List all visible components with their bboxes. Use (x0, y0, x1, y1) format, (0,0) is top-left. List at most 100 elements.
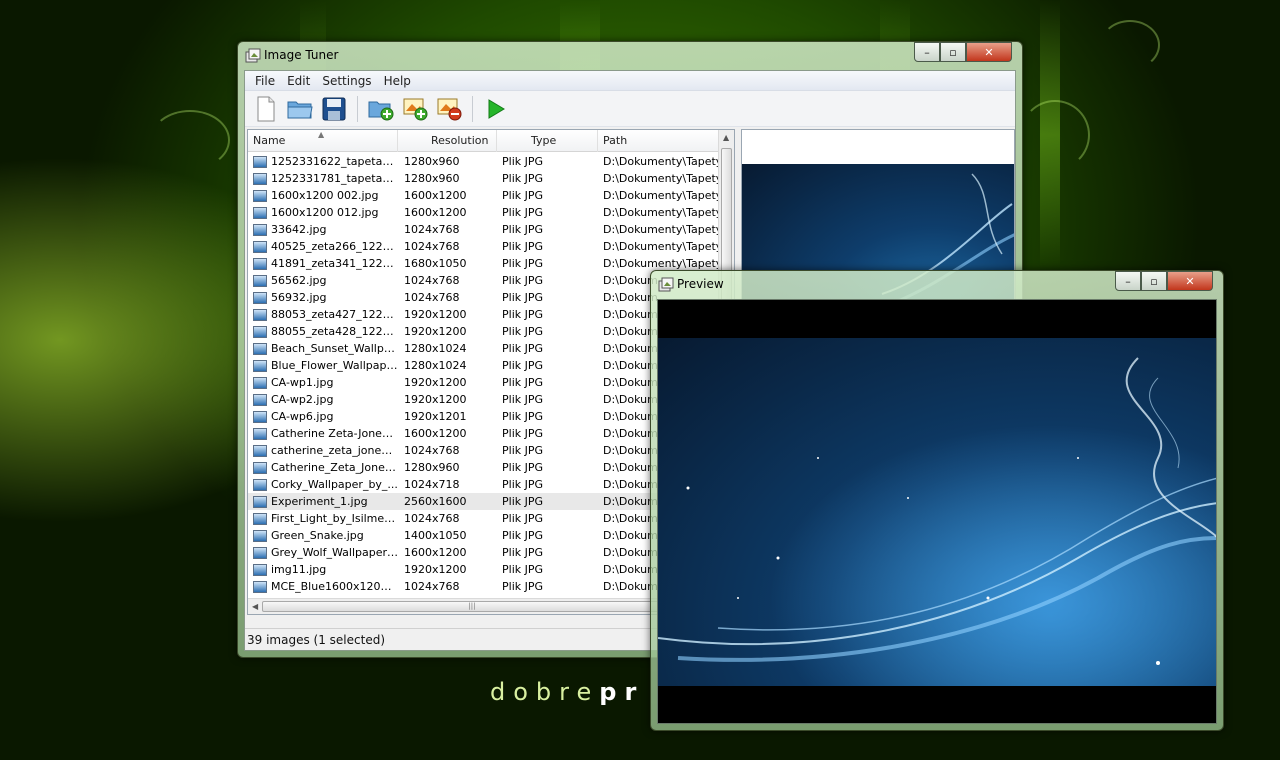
file-name: Experiment_1.jpg (271, 495, 368, 508)
file-name: 1252331781_tapeta_zi... (271, 172, 398, 185)
image-file-icon (253, 461, 267, 474)
list-item[interactable]: 1600x1200 012.jpg 1600x1200 Plik JPG D:\Dok… (248, 204, 720, 221)
cell-name: 41891_zeta341_122_6... (248, 257, 398, 270)
file-name: 1252331622_tapeta_zi... (271, 155, 398, 168)
menu-edit[interactable]: Edit (281, 74, 316, 88)
cell-resolution: 1920x1200 (404, 393, 467, 406)
image-file-icon (253, 342, 267, 355)
cell-type: Plik JPG (502, 410, 544, 423)
swirl-decoration (150, 110, 230, 170)
minimize-button[interactable]: – (914, 42, 940, 62)
cell-type: Plik JPG (502, 240, 544, 253)
cell-name: 56562.jpg (248, 274, 398, 287)
column-header-resolution[interactable]: Resolution (398, 130, 497, 152)
cell-resolution: 1024x768 (404, 240, 460, 253)
toolbar-separator (357, 95, 358, 122)
run-button[interactable] (481, 94, 511, 124)
cell-resolution: 1920x1200 (404, 325, 467, 338)
cell-name: Beach_Sunset_Wallpap... (248, 342, 398, 355)
maximize-button[interactable]: ▫ (940, 42, 966, 62)
preview-minimize-button[interactable]: – (1115, 271, 1141, 291)
file-name: 40525_zeta266_122_4... (271, 240, 398, 253)
list-item[interactable]: 40525_zeta266_122_4... 1024x768 Plik JPG D:… (248, 238, 720, 255)
cell-path: D:\Dokumenty\Tapety\ (603, 189, 720, 202)
cell-name: Experiment_1.jpg (248, 495, 398, 508)
remove-images-button[interactable] (434, 94, 464, 124)
cell-type: Plik JPG (502, 393, 544, 406)
cell-name: 1252331781_tapeta_zi... (248, 172, 398, 185)
menu-help[interactable]: Help (378, 74, 417, 88)
preview-image (658, 338, 1216, 686)
column-header-type[interactable]: Type (497, 130, 598, 152)
column-header-name[interactable]: ▲ Name (248, 130, 398, 152)
preview-close-button[interactable]: ✕ (1167, 271, 1213, 291)
cell-type: Plik JPG (502, 274, 544, 287)
open-folder-icon (287, 101, 313, 118)
cell-type: Plik JPG (502, 359, 544, 372)
image-file-icon (253, 478, 267, 491)
list-item[interactable]: 1252331781_tapeta_zi... 1280x960 Plik JPG D… (248, 170, 720, 187)
list-item[interactable]: 1252331622_tapeta_zi... 1280x960 Plik JPG D… (248, 153, 720, 170)
image-file-icon (253, 376, 267, 389)
cell-resolution: 1024x768 (404, 223, 460, 236)
cell-name: 56932.jpg (248, 291, 398, 304)
cell-resolution: 1600x1200 (404, 546, 467, 559)
cell-name: CA-wp2.jpg (248, 393, 398, 406)
brand-light: dobre (490, 678, 600, 706)
file-name: 1600x1200 002.jpg (271, 189, 379, 202)
image-file-icon (253, 325, 267, 338)
image-file-icon (253, 291, 267, 304)
add-images-icon (403, 98, 428, 120)
cell-name: 1252331622_tapeta_zi... (248, 155, 398, 168)
image-file-icon (253, 580, 267, 593)
list-item[interactable]: 33642.jpg 1024x768 Plik JPG D:\Dokumenty\Ta… (248, 221, 720, 238)
preview-maximize-button[interactable]: ▫ (1141, 271, 1167, 291)
cell-type: Plik JPG (502, 512, 544, 525)
cell-type: Plik JPG (502, 325, 544, 338)
column-name-label: Name (253, 134, 286, 147)
preview-canvas (657, 299, 1217, 724)
menu-file[interactable]: File (249, 74, 281, 88)
cell-type: Plik JPG (502, 223, 544, 236)
add-images-button[interactable] (400, 94, 430, 124)
cell-path: D:\Dokumenty\Tapety\ (603, 155, 720, 168)
cell-name: 1600x1200 012.jpg (248, 206, 398, 219)
cell-resolution: 1600x1200 (404, 427, 467, 440)
cell-type: Plik JPG (502, 342, 544, 355)
cell-path: D:\Dokumenty\Tapety\ (603, 223, 720, 236)
new-button[interactable] (251, 94, 281, 124)
add-folder-button[interactable] (366, 94, 396, 124)
cell-resolution: 1280x960 (404, 155, 460, 168)
remove-images-icon (437, 98, 462, 120)
open-button[interactable] (285, 94, 315, 124)
cell-name: img11.jpg (248, 563, 398, 576)
cell-name: First_Light_by_Isilmetri... (248, 512, 398, 525)
cell-type: Plik JPG (502, 580, 544, 593)
cell-type: Plik JPG (502, 291, 544, 304)
cell-type: Plik JPG (502, 529, 544, 542)
cell-type: Plik JPG (502, 546, 544, 559)
cell-resolution: 1024x768 (404, 444, 460, 457)
cell-name: Corky_Wallpaper_by_... (248, 478, 398, 491)
window-title: Image Tuner (264, 48, 339, 62)
horizontal-scroll-thumb[interactable]: ||| (262, 601, 682, 612)
preview-window[interactable]: Preview – ▫ ✕ (650, 270, 1224, 731)
close-button[interactable]: ✕ (966, 42, 1012, 62)
cell-resolution: 1920x1200 (404, 376, 467, 389)
file-name: Blue_Flower_Wallpaper... (271, 359, 398, 372)
image-file-icon (253, 274, 267, 287)
column-header-path[interactable]: Path (598, 130, 720, 152)
cell-resolution: 1024x718 (404, 478, 460, 491)
cell-name: Catherine Zeta-Jones_... (248, 427, 398, 440)
list-item[interactable]: 41891_zeta341_122_6... 1680x1050 Plik JPG D… (248, 255, 720, 272)
cell-name: Blue_Flower_Wallpaper... (248, 359, 398, 372)
scroll-up-icon[interactable]: ▲ (723, 133, 729, 142)
cell-path: D:\Dokumenty\Tapety\ (603, 240, 720, 253)
menu-settings[interactable]: Settings (316, 74, 377, 88)
image-file-icon (253, 206, 267, 219)
save-button[interactable] (319, 94, 349, 124)
scroll-left-icon[interactable]: ◀ (252, 602, 258, 611)
list-item[interactable]: 1600x1200 002.jpg 1600x1200 Plik JPG D:\Dok… (248, 187, 720, 204)
file-name: Beach_Sunset_Wallpap... (271, 342, 398, 355)
image-file-icon (253, 410, 267, 423)
